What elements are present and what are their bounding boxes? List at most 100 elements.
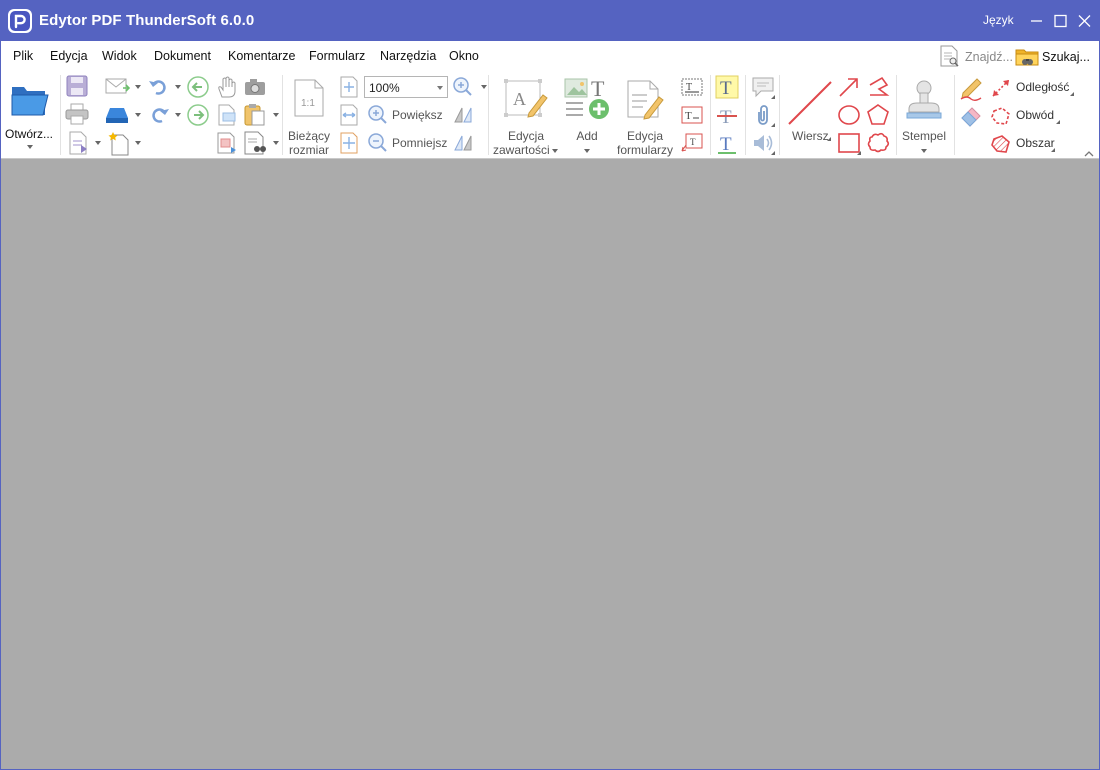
perimeter-options-icon[interactable] — [1056, 120, 1060, 124]
snapshot-camera-icon[interactable] — [243, 77, 267, 97]
new-dropdown-icon[interactable] — [135, 141, 141, 145]
cloud-tool-icon[interactable] — [866, 131, 890, 155]
page-extract-icon[interactable] — [215, 131, 239, 155]
open-dropdown-icon[interactable] — [27, 145, 33, 149]
app-logo-icon — [8, 9, 32, 33]
scan-dropdown-icon[interactable] — [135, 113, 141, 117]
undo-dropdown-icon[interactable] — [175, 85, 181, 89]
perimeter-tool-button[interactable]: Obwód — [990, 105, 1076, 127]
back-icon[interactable] — [186, 75, 210, 99]
svg-text:T: T — [685, 110, 692, 122]
perimeter-label: Obwód — [1016, 108, 1055, 122]
email-dropdown-icon[interactable] — [135, 85, 141, 89]
text-field-icon[interactable]: T — [680, 75, 704, 99]
ribbon-collapse-icon[interactable] — [1084, 149, 1094, 157]
callout-icon[interactable]: T — [680, 131, 704, 155]
new-document-icon[interactable] — [107, 131, 133, 157]
distance-options-icon[interactable] — [1070, 92, 1074, 96]
zoom-in-button[interactable]: Powiększ — [367, 104, 445, 126]
menu-formularz[interactable]: Formularz — [309, 49, 365, 63]
forward-icon[interactable] — [186, 103, 210, 127]
rectangle-options-icon[interactable] — [857, 151, 861, 155]
redo-dropdown-icon[interactable] — [175, 113, 181, 117]
arrow-tool-icon[interactable] — [837, 75, 861, 99]
separator — [954, 75, 955, 155]
scan-icon[interactable] — [105, 105, 131, 125]
ellipse-tool-icon[interactable] — [837, 103, 861, 127]
zoom-out-button[interactable]: Pomniejsz — [367, 132, 449, 154]
minimize-icon[interactable] — [1025, 11, 1047, 31]
polygon-tool-icon[interactable] — [866, 103, 890, 127]
actual-size-button[interactable]: 1:1 Bieżący rozmiar — [287, 75, 331, 157]
fit-page-icon[interactable] — [338, 76, 360, 98]
pencil-tool-icon[interactable] — [959, 75, 985, 101]
fit-visible-icon[interactable] — [338, 132, 360, 154]
zoom-tools-dropdown-icon[interactable] — [481, 85, 487, 89]
language-button[interactable]: Język — [983, 13, 1014, 27]
zoom-select[interactable]: 100% — [364, 76, 448, 98]
strikeout-text-icon[interactable]: T — [715, 103, 739, 127]
highlight-text-icon[interactable]: T — [715, 75, 739, 99]
zoom-value: 100% — [369, 81, 400, 95]
find-in-page-dropdown-icon[interactable] — [273, 141, 279, 145]
sound-options-icon[interactable] — [771, 151, 775, 155]
page-copy-icon[interactable] — [215, 103, 239, 127]
area-tool-button[interactable]: Obszar — [990, 133, 1076, 155]
export-dropdown-icon[interactable] — [95, 141, 101, 145]
note-options-icon[interactable] — [771, 95, 775, 99]
menu-widok[interactable]: Widok — [102, 49, 137, 63]
find-icon — [940, 45, 959, 67]
menu-plik[interactable]: Plik — [13, 49, 33, 63]
edit-content-button[interactable]: A Edycja zawartości — [491, 75, 561, 157]
add-label: Add — [576, 129, 598, 143]
area-options-icon[interactable] — [1051, 148, 1055, 152]
polyline-tool-icon[interactable] — [866, 75, 890, 99]
separator — [488, 75, 489, 155]
stamp-dropdown-icon[interactable] — [921, 149, 927, 153]
zoom-out-icon — [368, 133, 387, 152]
menu-okno[interactable]: Okno — [449, 49, 479, 63]
email-icon[interactable] — [105, 77, 131, 97]
distance-label: Odległość — [1016, 80, 1070, 94]
distance-tool-button[interactable]: Odległość — [990, 77, 1076, 99]
eraser-tool-icon[interactable] — [959, 103, 985, 129]
open-button[interactable]: Otwórz... — [3, 77, 57, 157]
edit-forms-label-2: formularzy — [616, 143, 673, 157]
menu-narzedzia[interactable]: Narzędzia — [380, 49, 436, 63]
print-icon[interactable] — [65, 103, 89, 125]
paste-icon[interactable] — [243, 103, 267, 127]
menu-dokument[interactable]: Dokument — [154, 49, 211, 63]
paste-dropdown-icon[interactable] — [273, 113, 279, 117]
hand-tool-icon[interactable] — [215, 75, 239, 99]
fit-width-icon[interactable] — [338, 104, 360, 126]
edit-forms-button[interactable]: Edycja formularzy — [613, 75, 677, 157]
underline-text-icon[interactable]: T — [715, 131, 739, 155]
menu-komentarze[interactable]: Komentarze — [228, 49, 295, 63]
rotate-right-icon[interactable] — [452, 132, 474, 154]
edit-content-dropdown-icon[interactable] — [552, 149, 558, 153]
add-button[interactable]: T Add — [561, 75, 613, 157]
export-icon[interactable] — [67, 131, 91, 155]
search-folder-icon — [1015, 49, 1039, 66]
undo-icon[interactable] — [148, 77, 170, 97]
find-in-page-icon[interactable] — [243, 131, 269, 157]
menu-edycja[interactable]: Edycja — [50, 49, 88, 63]
document-area[interactable] — [1, 160, 1099, 769]
line-options-icon[interactable] — [827, 137, 831, 141]
add-dropdown-icon[interactable] — [584, 149, 590, 153]
maximize-icon[interactable] — [1049, 11, 1071, 31]
redo-icon[interactable] — [148, 105, 170, 125]
svg-text:T: T — [591, 77, 605, 101]
line-tool-button[interactable]: Wiersz — [783, 75, 833, 157]
rotate-left-icon[interactable] — [452, 104, 474, 126]
text-box-icon[interactable]: T — [680, 103, 704, 127]
zoom-in-menu-icon[interactable] — [452, 76, 476, 98]
save-icon[interactable] — [65, 75, 89, 97]
svg-text:1:1: 1:1 — [301, 98, 315, 109]
close-icon[interactable] — [1073, 11, 1095, 31]
stamp-button[interactable]: Stempel — [899, 75, 949, 157]
open-folder-icon — [11, 87, 49, 116]
attach-options-icon[interactable] — [771, 123, 775, 127]
title-bar[interactable]: Edytor PDF ThunderSoft 6.0.0 Język — [1, 1, 1099, 41]
zoom-dropdown-icon[interactable] — [437, 86, 443, 90]
